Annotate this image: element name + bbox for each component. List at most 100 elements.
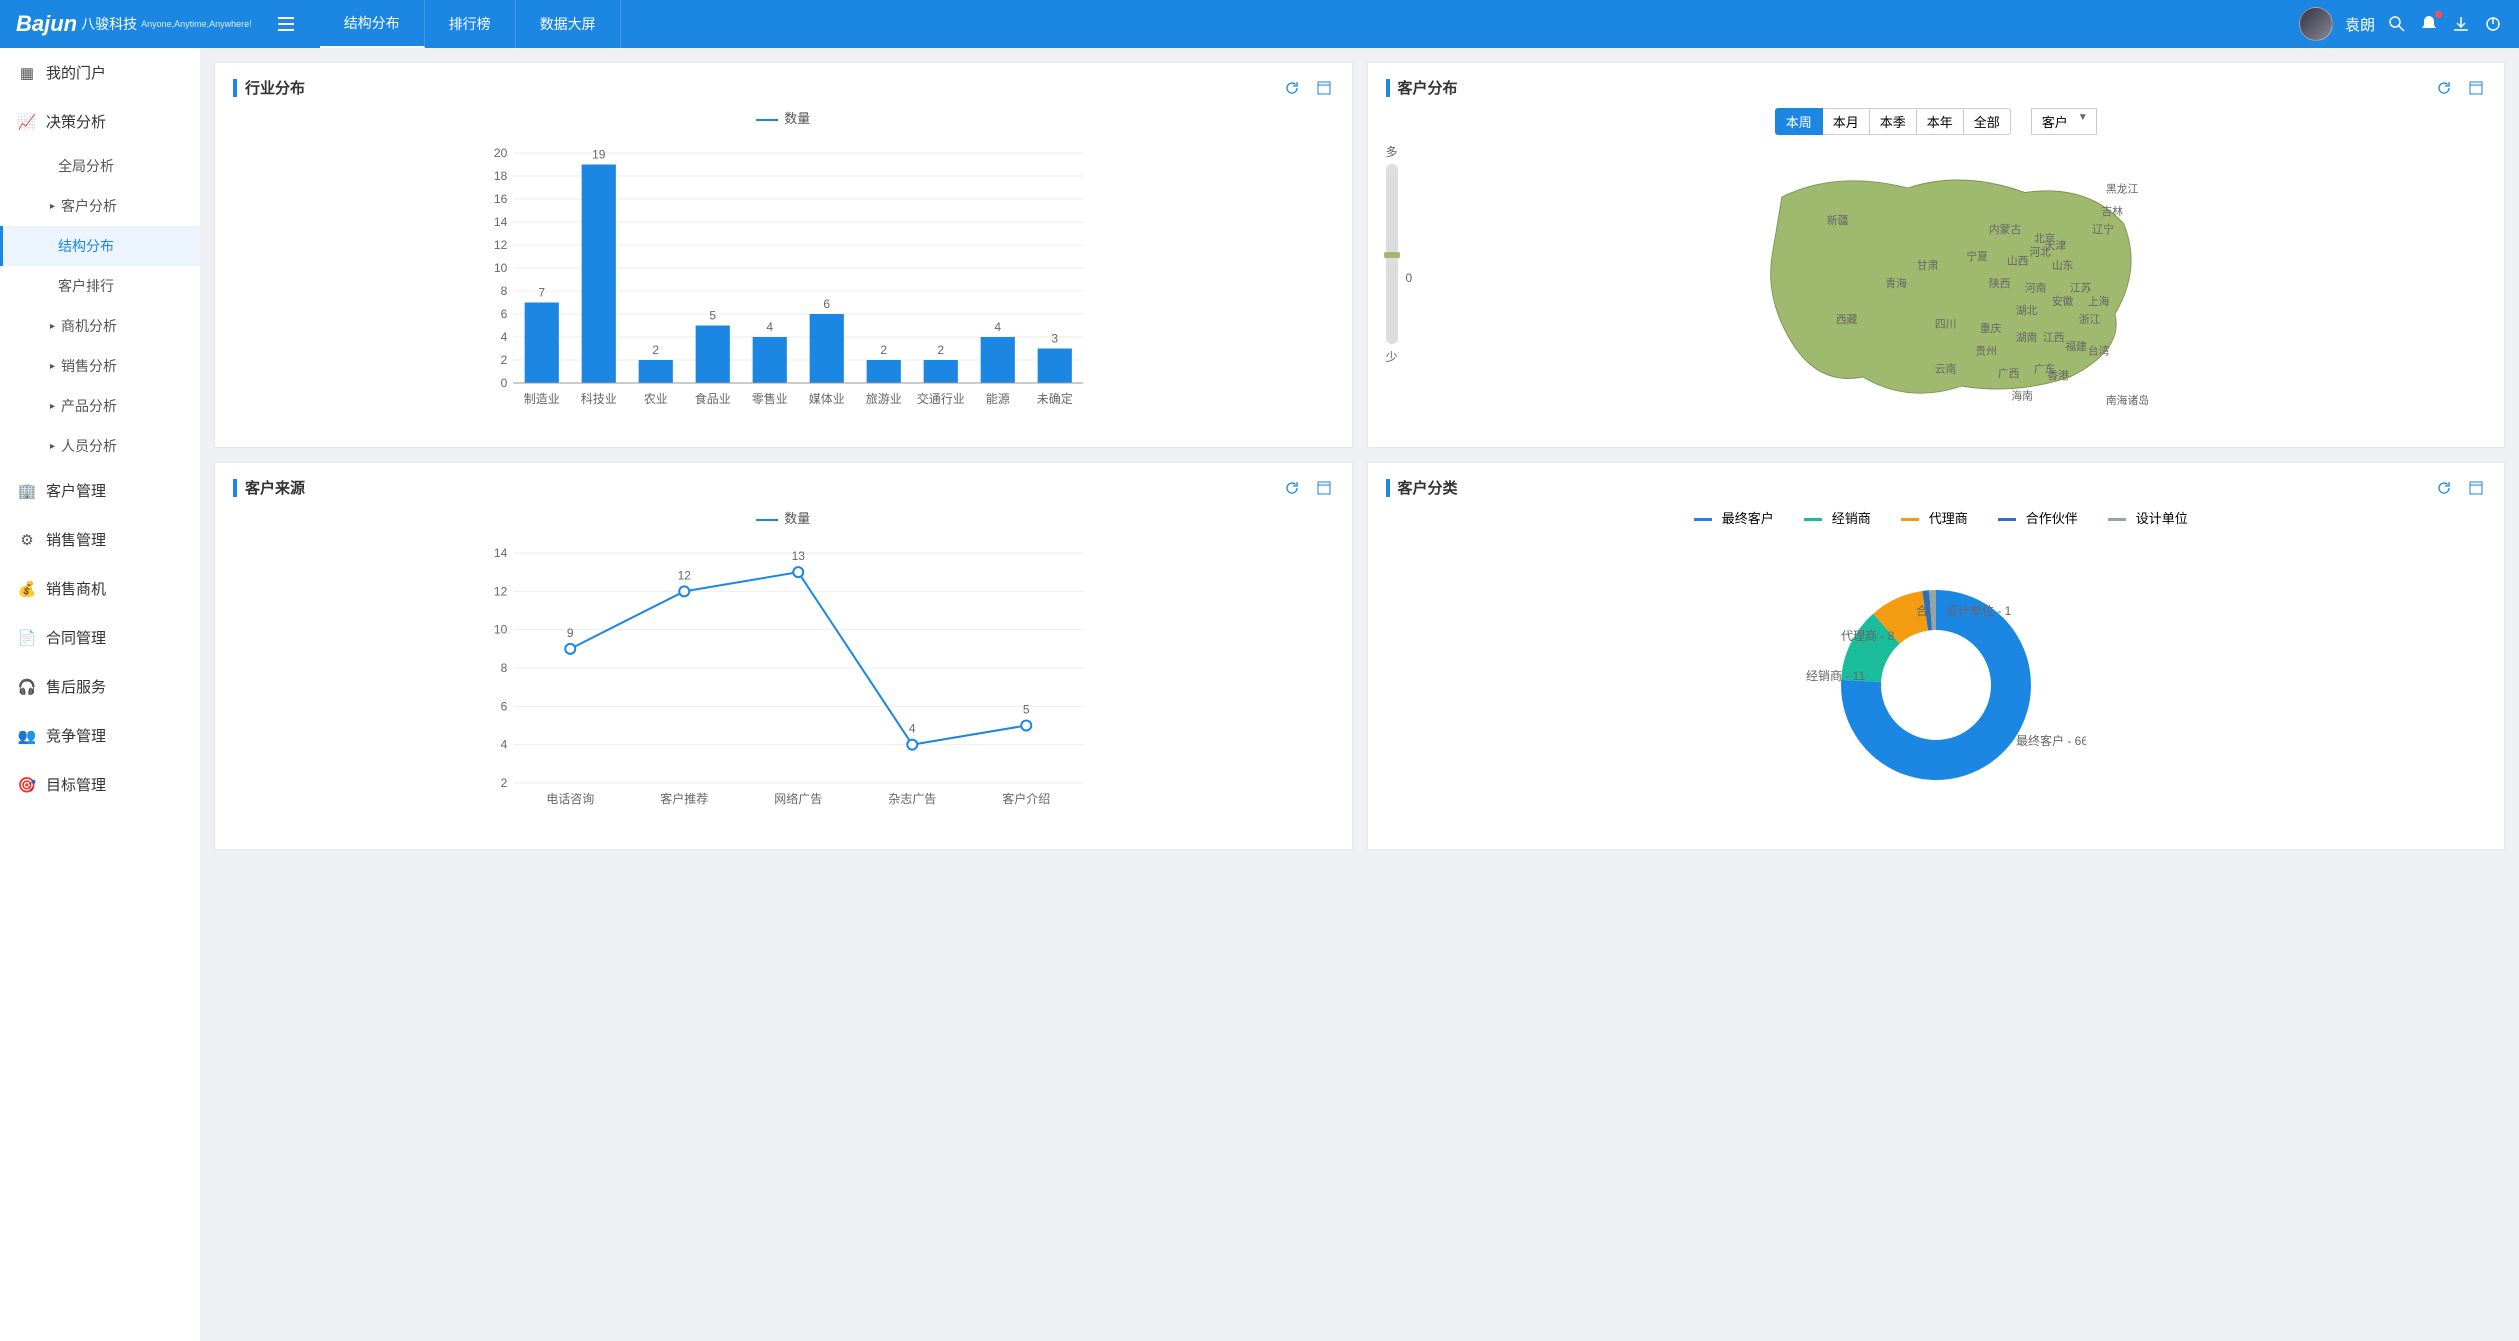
entity-select[interactable]: 客户: [2031, 108, 2097, 135]
caret-right-icon: ▸: [50, 401, 55, 412]
card-title: 客户分布: [1398, 77, 2435, 98]
sidebar-label: 客户分析: [61, 196, 117, 216]
refresh-icon[interactable]: [2434, 478, 2454, 498]
svg-text:12: 12: [494, 584, 508, 598]
sidebar-label: 客户管理: [46, 480, 106, 501]
svg-text:辽宁: 辽宁: [2093, 223, 2115, 236]
refresh-icon[interactable]: [1282, 78, 1302, 98]
sidebar-item-target[interactable]: 🎯目标管理: [0, 760, 200, 809]
china-map[interactable]: 黑龙江吉林辽宁内蒙古新疆西藏青海甘肃宁夏陕西山西河北北京天津山东河南江苏安徽上海…: [1420, 143, 2486, 413]
card-distribution: 客户分布 本周 本月 本季 本年 全部 客户 多: [1367, 62, 2506, 448]
select-value: 客户: [2042, 115, 2068, 130]
svg-text:8: 8: [501, 661, 508, 675]
search-icon[interactable]: [2387, 14, 2407, 34]
sidebar-item-contract[interactable]: 📄合同管理: [0, 613, 200, 662]
svg-text:天津: 天津: [2045, 240, 2067, 252]
sidebar-item-sales-mgmt[interactable]: ⚙销售管理: [0, 515, 200, 564]
logo-tagline: Anyone,Anytime,Anywhere!: [141, 19, 252, 29]
scale-bar[interactable]: [1386, 164, 1398, 344]
sidebar-label: 结构分布: [58, 238, 114, 254]
svg-text:电话咨询: 电话咨询: [546, 791, 594, 806]
seg-label: 本年: [1927, 115, 1953, 130]
refresh-icon[interactable]: [1282, 478, 1302, 498]
card-title: 客户来源: [245, 477, 1282, 498]
seg-all[interactable]: 全部: [1964, 108, 2011, 135]
people-icon: 👥: [18, 727, 36, 745]
title-accent: [1386, 79, 1390, 97]
tab-bigscreen[interactable]: 数据大屏: [516, 0, 621, 48]
svg-text:13: 13: [792, 549, 806, 563]
svg-text:12: 12: [494, 238, 508, 252]
sidebar-item-portal[interactable]: ▦我的门户: [0, 48, 200, 97]
sidebar-sub-product[interactable]: ▸产品分析: [0, 386, 200, 426]
svg-text:4: 4: [501, 330, 508, 344]
logo-main: Bajun: [16, 11, 77, 37]
sidebar-item-competition[interactable]: 👥竞争管理: [0, 711, 200, 760]
sidebar-label: 销售分析: [61, 356, 117, 376]
title-accent: [233, 79, 237, 97]
svg-text:重庆: 重庆: [1980, 322, 2002, 335]
power-icon[interactable]: [2483, 14, 2503, 34]
svg-text:2: 2: [880, 343, 887, 357]
svg-text:4: 4: [994, 320, 1001, 334]
sidebar-sub-customer[interactable]: ▸客户分析: [0, 186, 200, 226]
sidebar-label: 目标管理: [46, 774, 106, 795]
download-icon[interactable]: [2451, 14, 2471, 34]
svg-text:16: 16: [494, 192, 508, 206]
sidebar-item-analysis[interactable]: 📈决策分析: [0, 97, 200, 146]
svg-text:江苏: 江苏: [2070, 282, 2092, 295]
card-source: 客户来源 数量 2468101214电话咨询客户推荐网络广告杂志广告客户介绍91…: [214, 462, 1353, 850]
sidebar-item-customer-mgmt[interactable]: 🏢客户管理: [0, 466, 200, 515]
sidebar-sub2-structure[interactable]: 结构分布: [0, 226, 200, 266]
menu-toggle-icon[interactable]: [276, 14, 296, 34]
avatar[interactable]: [2299, 7, 2333, 41]
headset-icon: 🎧: [18, 678, 36, 696]
user-area: 袁朗: [2299, 7, 2503, 41]
title-accent: [233, 479, 237, 497]
sidebar-sub2-rank[interactable]: 客户排行: [0, 266, 200, 306]
expand-icon[interactable]: [1314, 478, 1334, 498]
svg-text:20: 20: [494, 146, 508, 160]
svg-text:18: 18: [494, 169, 508, 183]
svg-text:交通行业: 交通行业: [917, 391, 965, 406]
legend-label: 数量: [784, 111, 810, 126]
expand-icon[interactable]: [2466, 478, 2486, 498]
refresh-icon[interactable]: [2434, 78, 2454, 98]
sidebar-sub-sales[interactable]: ▸销售分析: [0, 346, 200, 386]
seg-year[interactable]: 本年: [1917, 108, 1964, 135]
sidebar-label: 我的门户: [46, 62, 106, 83]
sidebar-sub-opportunity[interactable]: ▸商机分析: [0, 306, 200, 346]
tab-ranking[interactable]: 排行榜: [425, 0, 516, 48]
seg-month[interactable]: 本月: [1823, 108, 1870, 135]
sidebar-sub-personnel[interactable]: ▸人员分析: [0, 426, 200, 466]
sidebar-item-sales-opp[interactable]: 💰销售商机: [0, 564, 200, 613]
bell-icon[interactable]: [2419, 14, 2439, 34]
seg-label: 本季: [1880, 115, 1906, 130]
sidebar-sub-global[interactable]: 全局分析: [0, 146, 200, 186]
svg-text:农业: 农业: [644, 392, 668, 406]
legend-label: 数量: [784, 511, 810, 526]
svg-text:14: 14: [494, 546, 508, 560]
sidebar-item-aftersales[interactable]: 🎧售后服务: [0, 662, 200, 711]
svg-text:合: 合: [1916, 603, 1928, 618]
svg-text:上海: 上海: [2088, 295, 2110, 308]
svg-text:云南: 云南: [1935, 363, 1957, 376]
svg-text:香港: 香港: [2048, 369, 2070, 382]
expand-icon[interactable]: [2466, 78, 2486, 98]
expand-icon[interactable]: [1314, 78, 1334, 98]
svg-text:浙江: 浙江: [2079, 314, 2101, 326]
svg-text:9: 9: [567, 626, 574, 640]
svg-text:能源: 能源: [986, 392, 1010, 406]
seg-week[interactable]: 本周: [1775, 108, 1823, 135]
chart-legend: 数量: [233, 108, 1334, 127]
svg-text:山西: 山西: [2007, 256, 2029, 268]
caret-right-icon: ▸: [50, 441, 55, 452]
seg-quarter[interactable]: 本季: [1870, 108, 1917, 135]
scale-top: 多: [1386, 143, 1398, 160]
svg-text:经销商 - 11: 经销商 - 11: [1806, 668, 1865, 683]
gear-icon: ⚙: [18, 531, 36, 549]
svg-text:最终客户 - 66: 最终客户 - 66: [2016, 733, 2086, 748]
svg-text:山东: 山东: [2052, 259, 2074, 272]
sidebar-label: 销售商机: [46, 578, 106, 599]
tab-structure[interactable]: 结构分布: [320, 0, 425, 48]
